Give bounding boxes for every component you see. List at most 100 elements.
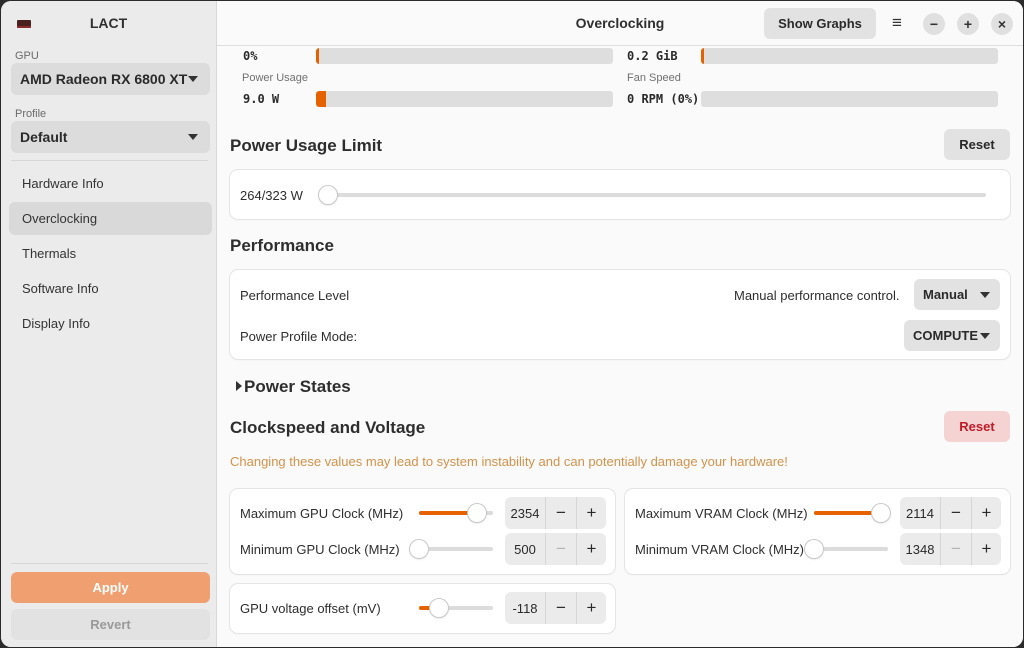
power-profile-mode-select[interactable]: COMPUTE (904, 320, 1000, 351)
max-gpu-clock-slider[interactable] (419, 504, 493, 522)
manual-control-hint: Manual performance control. (734, 288, 900, 303)
sidebar-item-label: Display Info (22, 316, 90, 331)
app-title: LACT (89, 15, 128, 31)
max-vram-clock-label: Maximum VRAM Clock (MHz) (635, 506, 808, 521)
chevron-down-icon (188, 76, 198, 82)
power-usage-label: Power Usage (242, 72, 309, 84)
header-bar: Overclocking Show Graphs ≡ − + × (217, 1, 1023, 46)
plus-icon[interactable]: + (576, 533, 606, 565)
fan-speed-label: Fan Speed (627, 72, 681, 84)
vram-usage-bar (701, 48, 998, 64)
plus-icon[interactable]: + (971, 533, 1001, 565)
fan-speed-value: 0 RPM (0%) (627, 92, 700, 106)
revert-button[interactable]: Revert (11, 609, 210, 640)
chevron-down-icon (188, 134, 198, 140)
min-gpu-clock-slider-handle[interactable] (410, 540, 428, 558)
gpu-clock-card: Maximum GPU Clock (MHz) 2354 − + Minimum… (230, 489, 615, 574)
sidebar-item-thermals[interactable]: Thermals (9, 237, 212, 270)
chevron-down-icon (980, 333, 990, 339)
performance-level-label: Performance Level (240, 288, 350, 303)
sidebar-header: LACT (1, 1, 216, 45)
gpu-usage-bar (316, 48, 613, 64)
performance-title: Performance (230, 236, 334, 255)
clocks-warning-text: Changing these values may lead to system… (230, 454, 788, 469)
power-profile-mode-value: COMPUTE (913, 328, 978, 343)
app-window: LACT GPU AMD Radeon RX 6800 XT Profile D… (1, 1, 1023, 647)
plus-icon[interactable]: + (576, 497, 606, 529)
chevron-right-icon (236, 381, 242, 391)
power-usage-value: 9.0 W (243, 92, 280, 106)
max-vram-clock-stepper[interactable]: 2114 − + (900, 497, 1001, 529)
sidebar-item-hardware-info[interactable]: Hardware Info (9, 167, 212, 200)
voltage-offset-value[interactable]: -118 (505, 592, 546, 624)
max-gpu-clock-slider-handle[interactable] (467, 504, 486, 522)
minimize-icon[interactable]: − (923, 13, 945, 35)
power-usage-bar-fill (316, 91, 327, 107)
max-vram-clock-slider-handle[interactable] (871, 504, 890, 522)
voltage-offset-slider[interactable] (419, 599, 493, 617)
sidebar: LACT GPU AMD Radeon RX 6800 XT Profile D… (1, 1, 217, 647)
maximize-icon[interactable]: + (957, 13, 979, 35)
show-graphs-button[interactable]: Show Graphs (764, 8, 876, 39)
min-gpu-clock-slider[interactable] (410, 540, 493, 558)
minus-icon[interactable]: − (941, 533, 971, 565)
performance-level-value: Manual (923, 287, 968, 302)
min-vram-clock-slider-handle[interactable] (805, 540, 823, 558)
sidebar-item-overclocking[interactable]: Overclocking (9, 202, 212, 235)
plus-icon[interactable]: + (971, 497, 1001, 529)
power-limit-title: Power Usage Limit (230, 136, 383, 155)
max-vram-clock-value[interactable]: 2114 (900, 497, 941, 529)
sidebar-divider (11, 160, 208, 161)
performance-card: Performance Level Manual performance con… (230, 270, 1010, 359)
max-gpu-clock-label: Maximum GPU Clock (MHz) (240, 506, 404, 521)
power-limit-slider-handle[interactable] (319, 186, 337, 204)
vram-clock-card: Maximum VRAM Clock (MHz) 2114 − + Minimu… (625, 489, 1010, 574)
voltage-offset-label: GPU voltage offset (mV) (240, 601, 381, 616)
sidebar-item-software-info[interactable]: Software Info (9, 272, 212, 305)
power-states-title: Power States (244, 377, 351, 396)
sidebar-item-display-info[interactable]: Display Info (9, 307, 212, 340)
chevron-down-icon (980, 292, 990, 298)
max-vram-clock-slider-fill (814, 511, 881, 515)
minus-icon[interactable]: − (546, 592, 576, 624)
min-vram-clock-slider[interactable] (805, 540, 888, 558)
voltage-offset-slider-handle[interactable] (429, 599, 448, 617)
gpu-select-value: AMD Radeon RX 6800 XT (20, 71, 188, 87)
min-gpu-clock-stepper[interactable]: 500 − + (505, 533, 606, 565)
max-gpu-clock-stepper[interactable]: 2354 − + (505, 497, 606, 529)
power-limit-slider[interactable] (319, 186, 986, 204)
clocks-reset-button[interactable]: Reset (944, 411, 1010, 442)
hamburger-menu-icon[interactable]: ≡ (887, 13, 907, 33)
min-gpu-clock-value[interactable]: 500 (505, 533, 546, 565)
min-vram-clock-stepper[interactable]: 1348 − + (900, 533, 1001, 565)
power-usage-bar (316, 91, 613, 107)
vram-usage-bar-fill (701, 48, 704, 64)
power-profile-mode-label: Power Profile Mode: (240, 329, 358, 344)
sidebar-item-label: Software Info (22, 281, 99, 296)
power-limit-reset-button[interactable]: Reset (944, 129, 1010, 160)
minus-icon[interactable]: − (941, 497, 971, 529)
vram-usage-value: 0.2 GiB (627, 49, 678, 63)
minus-icon[interactable]: − (546, 497, 576, 529)
sidebar-item-label: Hardware Info (22, 176, 104, 191)
close-icon[interactable]: × (991, 13, 1013, 35)
sidebar-nav: Hardware Info Overclocking Thermals Soft… (9, 167, 212, 342)
plus-icon[interactable]: + (576, 592, 606, 624)
profile-select[interactable]: Default (11, 121, 210, 153)
min-vram-clock-label: Minimum VRAM Clock (MHz) (635, 542, 804, 557)
minus-icon[interactable]: − (546, 533, 576, 565)
sidebar-item-label: Overclocking (22, 211, 98, 226)
gpu-select[interactable]: AMD Radeon RX 6800 XT (11, 63, 210, 95)
scroll-content[interactable]: 0% 0.2 GiB Power Usage Fan Speed 9.0 W 0… (217, 46, 1023, 647)
min-vram-clock-value[interactable]: 1348 (900, 533, 941, 565)
profile-select-value: Default (20, 129, 68, 145)
apply-button[interactable]: Apply (11, 572, 210, 603)
voltage-offset-stepper[interactable]: -118 − + (505, 592, 606, 624)
gpu-label: GPU (15, 50, 39, 62)
performance-level-select[interactable]: Manual (914, 279, 1000, 310)
sidebar-item-label: Thermals (22, 246, 77, 261)
max-gpu-clock-value[interactable]: 2354 (505, 497, 546, 529)
gpu-usage-value: 0% (243, 49, 258, 63)
max-vram-clock-slider[interactable] (814, 504, 890, 522)
fan-speed-bar (701, 91, 998, 107)
